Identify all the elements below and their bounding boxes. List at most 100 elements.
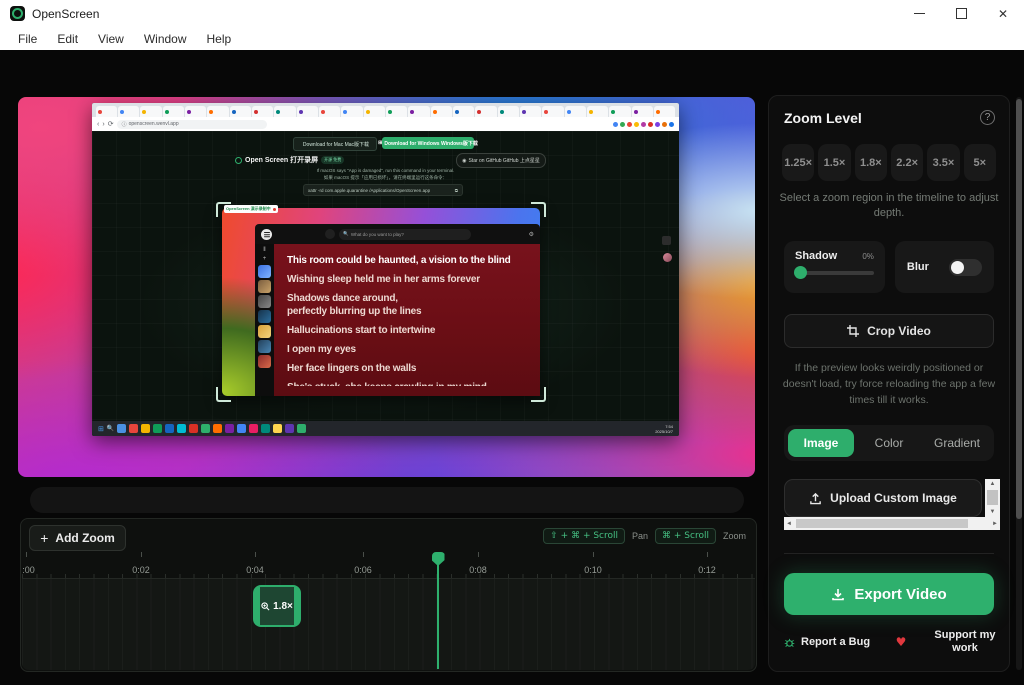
site-note-line2: 如果 macOS 提示「应用已损坏」，请在终端里运行这条命令： bbox=[92, 174, 679, 181]
tab-favicon-icon bbox=[522, 110, 526, 114]
timeline-track[interactable] bbox=[22, 578, 755, 670]
lyric-line: I open my eyes bbox=[287, 343, 540, 356]
menu-view[interactable]: View bbox=[88, 32, 134, 46]
upload-custom-image-button[interactable]: Upload Custom Image bbox=[784, 479, 982, 517]
timeline-ruler[interactable]: 0:000:020:040:060:080:100:12 bbox=[22, 552, 755, 578]
taskbar-app-icon bbox=[213, 424, 222, 433]
taskbar-app-icon bbox=[141, 424, 150, 433]
browser-tab bbox=[498, 106, 519, 117]
selection-corner-top-right bbox=[531, 202, 546, 217]
selection-corner-bottom-left bbox=[216, 387, 231, 402]
zoom-option-5x[interactable]: 5× bbox=[964, 144, 996, 181]
browser-tab bbox=[207, 106, 228, 117]
extension-icon bbox=[634, 122, 639, 127]
browser-tab bbox=[274, 106, 295, 117]
tab-image[interactable]: Image bbox=[788, 429, 854, 457]
blur-toggle[interactable] bbox=[949, 259, 982, 276]
tab-color[interactable]: Color bbox=[856, 429, 922, 457]
close-button[interactable]: ✕ bbox=[982, 0, 1024, 27]
menu-window[interactable]: Window bbox=[134, 32, 197, 46]
upload-horizontal-scrollbar[interactable]: ◄ ► bbox=[784, 517, 1000, 530]
menu-help[interactable]: Help bbox=[197, 32, 242, 46]
crop-video-button[interactable]: Crop Video bbox=[784, 314, 994, 348]
tab-gradient[interactable]: Gradient bbox=[924, 429, 990, 457]
horizontal-scroll-thumb[interactable] bbox=[796, 519, 968, 528]
player-home-icon bbox=[325, 229, 335, 239]
playlist-thumbnail bbox=[258, 340, 271, 353]
browser-tab bbox=[185, 106, 206, 117]
tab-favicon-icon bbox=[567, 110, 571, 114]
scroll-right-arrow-icon[interactable]: ► bbox=[990, 517, 1000, 530]
zoom-option-1-8x[interactable]: 1.8× bbox=[855, 144, 887, 181]
tab-favicon-icon bbox=[656, 110, 660, 114]
shadow-label: Shadow bbox=[795, 250, 837, 262]
browser-tab bbox=[364, 106, 385, 117]
download-mac-button: Download for Mac Mac版下载 bbox=[293, 137, 377, 151]
zoom-option-1-5x[interactable]: 1.5× bbox=[818, 144, 850, 181]
lyric-line: Hallucinations start to intertwine bbox=[287, 324, 540, 337]
upload-vertical-scrollbar[interactable]: ▲ ▼ bbox=[985, 479, 1000, 517]
browser-tab bbox=[163, 106, 184, 117]
taskbar-apps bbox=[117, 424, 306, 433]
tab-favicon-icon bbox=[343, 110, 347, 114]
taskbar-search-icon: 🔍 bbox=[107, 425, 114, 432]
export-video-button[interactable]: Export Video bbox=[784, 573, 994, 615]
zoom-option-2-2x[interactable]: 2.2× bbox=[891, 144, 923, 181]
browser-tab bbox=[230, 106, 251, 117]
minimize-button[interactable] bbox=[898, 0, 940, 27]
maximize-button[interactable] bbox=[940, 0, 982, 27]
tab-favicon-icon bbox=[544, 110, 548, 114]
menu-edit[interactable]: Edit bbox=[47, 32, 88, 46]
playhead-line[interactable] bbox=[437, 554, 439, 669]
scroll-up-arrow-icon[interactable]: ▲ bbox=[985, 479, 1000, 489]
add-zoom-button[interactable]: + Add Zoom bbox=[29, 525, 126, 551]
app-scrollbar-thumb[interactable] bbox=[1016, 99, 1022, 519]
video-preview[interactable]: ‹ › ⟳ ⓘ openscreen.wenvl.app Download fo… bbox=[18, 97, 755, 477]
tab-favicon-icon bbox=[611, 110, 615, 114]
menu-file[interactable]: File bbox=[8, 32, 47, 46]
taskbar-app-icon bbox=[225, 424, 234, 433]
shadow-slider[interactable] bbox=[795, 271, 874, 275]
zoom-region-label: 1.8× bbox=[273, 601, 293, 612]
taskbar-app-icon bbox=[165, 424, 174, 433]
spotify-logo-icon bbox=[261, 229, 272, 240]
browser-tab bbox=[654, 106, 675, 117]
ruler-tick-mark bbox=[255, 552, 256, 557]
report-bug-link[interactable]: Report a Bug bbox=[784, 636, 870, 648]
browser-address-bar: ‹ › ⟳ ⓘ openscreen.wenvl.app bbox=[92, 117, 679, 131]
bug-icon bbox=[784, 637, 795, 648]
extension-icon bbox=[662, 122, 667, 127]
demo-window: OpenScreen 演示录制中 🔍 What do you want to p… bbox=[222, 208, 540, 396]
shadow-slider-knob[interactable] bbox=[794, 266, 807, 279]
vertical-scroll-thumb[interactable] bbox=[987, 490, 998, 505]
background-tabs: Image Color Gradient bbox=[784, 425, 994, 461]
zoom-region-block[interactable]: 1.8× bbox=[253, 585, 301, 627]
terminal-command-text: xattr -rd com.apple.quarantine /Applicat… bbox=[308, 188, 430, 193]
player-top-bar: 🔍 What do you want to play? ⚙ bbox=[255, 224, 540, 244]
record-dot-icon bbox=[273, 208, 276, 211]
zoom-option-1-25x[interactable]: 1.25× bbox=[782, 144, 814, 181]
taskbar-app-icon bbox=[249, 424, 258, 433]
scroll-down-arrow-icon[interactable]: ▼ bbox=[985, 507, 1000, 517]
github-star-label: Star on GitHub GitHub 上点星星 bbox=[468, 157, 539, 164]
crop-video-label: Crop Video bbox=[867, 324, 931, 338]
ruler-tick-label: 0:02 bbox=[132, 565, 150, 575]
selection-corner-bottom-right bbox=[531, 387, 546, 402]
support-work-link[interactable]: Support my work bbox=[932, 629, 998, 655]
tab-favicon-icon bbox=[388, 110, 392, 114]
site-brand-label: Open Screen 打开录屏 bbox=[245, 155, 318, 165]
ruler-tick-mark bbox=[363, 552, 364, 557]
taskbar-app-icon bbox=[117, 424, 126, 433]
zoom-option-3-5x[interactable]: 3.5× bbox=[927, 144, 959, 181]
settings-sidebar: Zoom Level ? 1.25× 1.5× 1.8× 2.2× 3.5× 5… bbox=[768, 95, 1010, 672]
browser-tab bbox=[408, 106, 429, 117]
browser-tab bbox=[453, 106, 474, 117]
lyric-line: perfectly blurring up the lines bbox=[287, 305, 540, 318]
playlist-thumbnail bbox=[258, 325, 271, 338]
sidebar-footer: Report a Bug ♥ Support my work bbox=[784, 629, 998, 655]
scroll-left-arrow-icon[interactable]: ◄ bbox=[784, 517, 794, 530]
extension-icon bbox=[613, 122, 618, 127]
help-icon[interactable]: ? bbox=[980, 110, 995, 125]
browser-tab bbox=[520, 106, 541, 117]
shadow-value: 0% bbox=[862, 252, 874, 261]
